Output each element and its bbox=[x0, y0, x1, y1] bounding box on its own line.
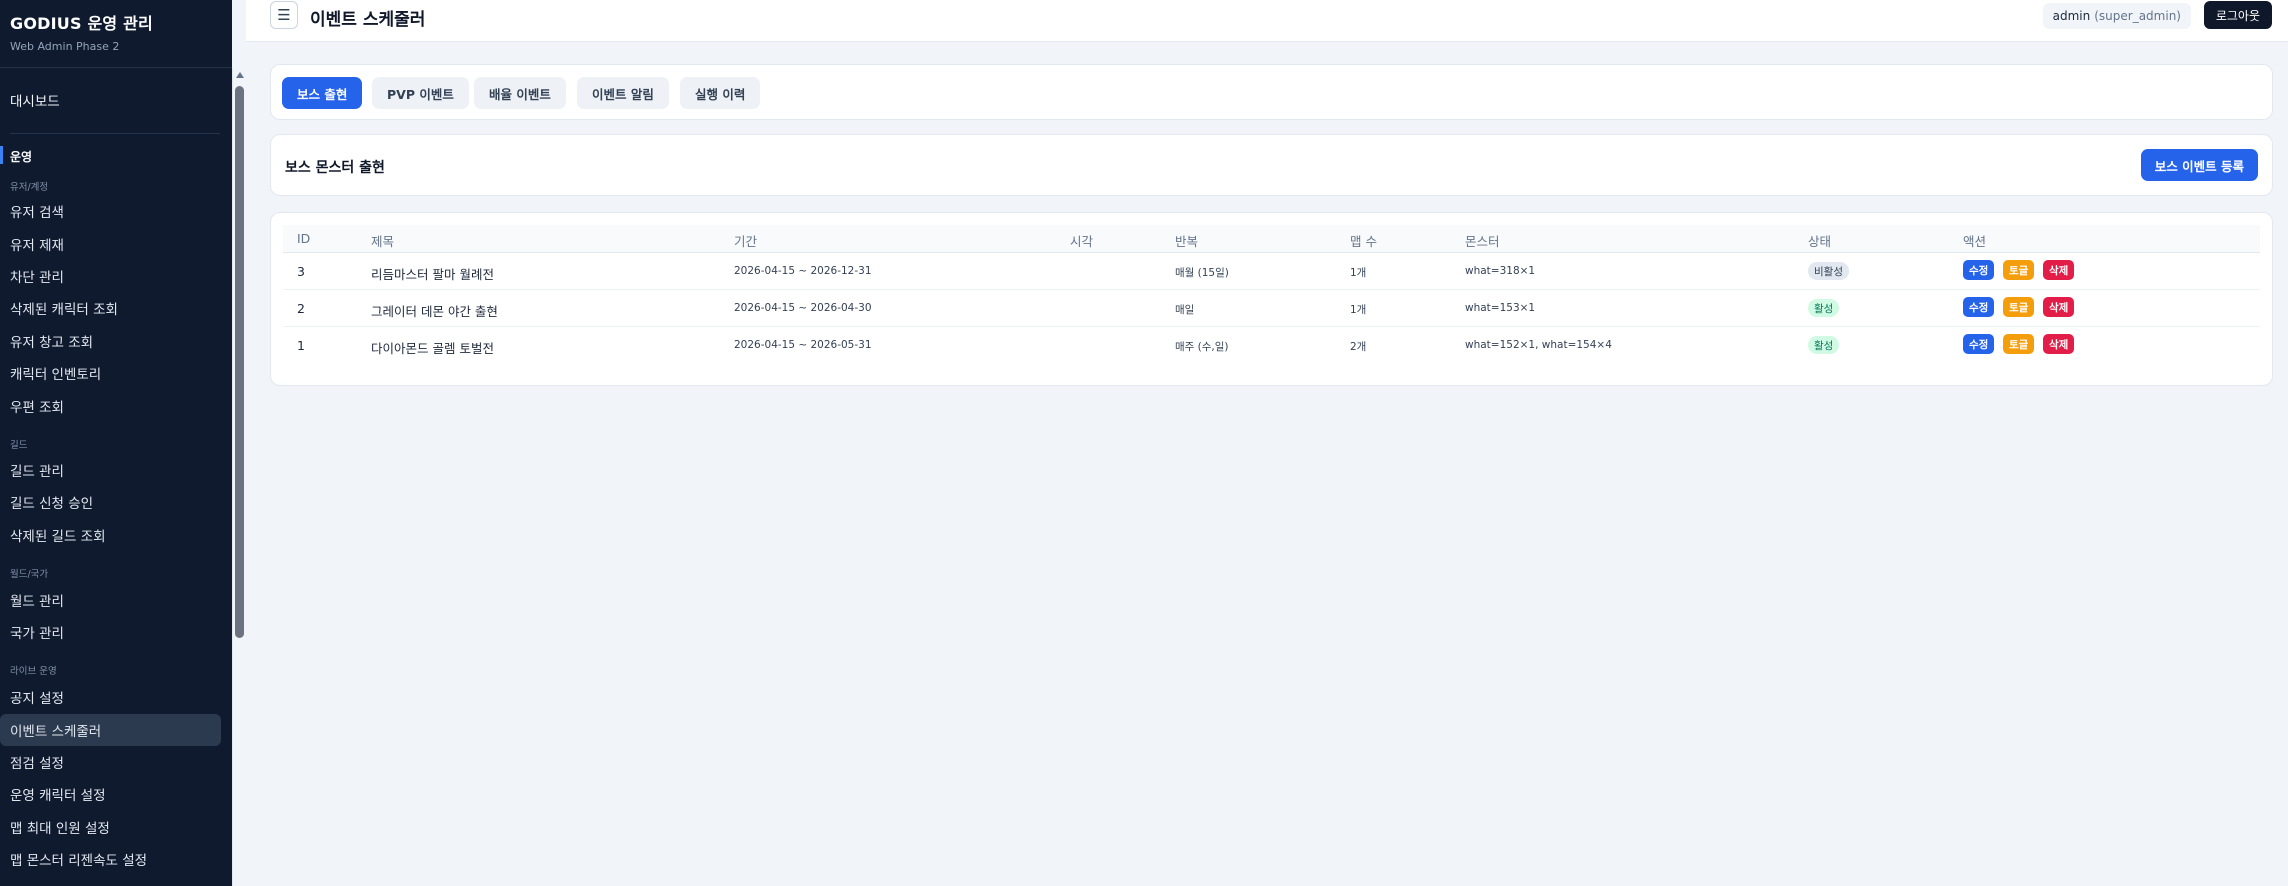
hamburger-icon: ☰ bbox=[277, 6, 291, 24]
col-status: 상태 bbox=[1808, 234, 1832, 249]
cell-title: 리듬마스터 팔마 월례전 bbox=[371, 267, 494, 282]
sidebar-item-block-management[interactable]: 차단 관리 bbox=[0, 260, 222, 292]
add-boss-event-button[interactable]: 보스 이벤트 등록 bbox=[2140, 149, 2258, 181]
sidebar-category-user: 유저/계정 bbox=[10, 182, 49, 193]
col-repeat: 반복 bbox=[1175, 234, 1199, 249]
cell-id: 1 bbox=[297, 338, 305, 353]
sidebar-header: GODIUS 운영 관리 Web Admin Phase 2 bbox=[0, 0, 232, 68]
sidebar-section-ops: 운영 bbox=[10, 150, 33, 164]
sidebar-item-mail[interactable]: 우편 조회 bbox=[0, 390, 222, 422]
col-title: 제목 bbox=[371, 234, 395, 249]
menu-toggle-button[interactable]: ☰ bbox=[270, 1, 298, 29]
col-id: ID bbox=[297, 231, 311, 246]
sidebar-item-deleted-guilds[interactable]: 삭제된 길드 조회 bbox=[0, 519, 222, 551]
cell-repeat: 매주 (수,일) bbox=[1175, 341, 1229, 353]
sidebar-item-guild-approval[interactable]: 길드 신청 승인 bbox=[0, 486, 222, 518]
status-badge: 활성 bbox=[1808, 336, 1840, 354]
user-role: (super_admin) bbox=[2094, 9, 2181, 23]
toggle-button[interactable]: 토글 bbox=[2003, 297, 2035, 317]
col-monster: 몬스터 bbox=[1465, 234, 1500, 249]
edit-button[interactable]: 수정 bbox=[1963, 297, 1995, 317]
cell-period: 2026-04-15 ~ 2026-12-31 bbox=[734, 265, 872, 277]
col-map-count: 맵 수 bbox=[1350, 234, 1377, 249]
edit-button[interactable]: 수정 bbox=[1963, 260, 1995, 280]
sidebar-item-deleted-characters[interactable]: 삭제된 캐릭터 조회 bbox=[0, 292, 222, 324]
cell-id: 2 bbox=[297, 301, 305, 316]
sidebar-item-notice[interactable]: 공지 설정 bbox=[0, 681, 222, 713]
toggle-button[interactable]: 토글 bbox=[2003, 334, 2035, 354]
app-subtitle: Web Admin Phase 2 bbox=[10, 40, 120, 53]
sidebar-item-user-sanction[interactable]: 유저 제재 bbox=[0, 228, 222, 260]
app-title: GODIUS 운영 관리 bbox=[10, 14, 153, 33]
col-period: 기간 bbox=[734, 234, 758, 249]
sidebar-item-event-scheduler[interactable]: 이벤트 스케줄러 bbox=[0, 714, 221, 746]
cell-monster: what=318×1 bbox=[1465, 265, 1536, 277]
status-badge: 비활성 bbox=[1808, 262, 1849, 280]
cell-monster: what=153×1 bbox=[1465, 302, 1536, 314]
sidebar-item-user-storage[interactable]: 유저 창고 조회 bbox=[0, 325, 222, 357]
cell-period: 2026-04-15 ~ 2026-04-30 bbox=[734, 302, 872, 314]
cell-title: 그레이터 데몬 야간 출현 bbox=[371, 304, 498, 319]
delete-button[interactable]: 삭제 bbox=[2043, 297, 2075, 317]
sidebar-item-user-search[interactable]: 유저 검색 bbox=[0, 195, 222, 227]
section-header-card: 보스 몬스터 출현 보스 이벤트 등록 bbox=[270, 134, 2273, 196]
sidebar-item-world-management[interactable]: 월드 관리 bbox=[0, 584, 222, 616]
cell-title: 다이아몬드 골렘 토벌전 bbox=[371, 341, 494, 356]
scrollbar-thumb[interactable] bbox=[235, 86, 244, 638]
toggle-button[interactable]: 토글 bbox=[2003, 260, 2035, 280]
table-row: 1 다이아몬드 골렘 토벌전 2026-04-15 ~ 2026-05-31 매… bbox=[283, 327, 2260, 364]
sidebar-item-character-inventory[interactable]: 캐릭터 인벤토리 bbox=[0, 357, 222, 389]
delete-button[interactable]: 삭제 bbox=[2043, 260, 2075, 280]
boss-event-table: ID 제목 기간 시각 반복 맵 수 몬스터 상태 액션 3 리듬마스터 팔마 … bbox=[270, 212, 2273, 386]
tab-event-notice[interactable]: 이벤트 알림 bbox=[577, 77, 669, 109]
sidebar-category-guild: 길드 bbox=[10, 440, 28, 451]
status-badge: 활성 bbox=[1808, 299, 1840, 317]
section-marker bbox=[0, 146, 3, 164]
tab-pvp-event[interactable]: PVP 이벤트 bbox=[372, 77, 469, 109]
sidebar-item-maintenance[interactable]: 점검 설정 bbox=[0, 746, 222, 778]
cell-monster: what=152×1, what=154×4 bbox=[1465, 339, 1612, 351]
tab-execution-history[interactable]: 실행 이력 bbox=[680, 77, 761, 109]
tabs-card: 보스 출현 PVP 이벤트 배율 이벤트 이벤트 알림 실행 이력 bbox=[270, 64, 2273, 120]
col-time: 시각 bbox=[1070, 234, 1094, 249]
cell-period: 2026-04-15 ~ 2026-05-31 bbox=[734, 339, 872, 351]
cell-repeat: 매일 bbox=[1175, 304, 1195, 316]
sidebar-item-dashboard[interactable]: 대시보드 bbox=[10, 90, 60, 110]
sidebar: GODIUS 운영 관리 Web Admin Phase 2 대시보드 운영 유… bbox=[0, 0, 232, 886]
table-row: 3 리듬마스터 팔마 월례전 2026-04-15 ~ 2026-12-31 매… bbox=[283, 253, 2260, 290]
sidebar-item-nation-management[interactable]: 국가 관리 bbox=[0, 616, 222, 648]
top-bar: ☰ 이벤트 스케줄러 admin (super_admin) 로그아웃 bbox=[246, 0, 2288, 42]
tab-rate-event[interactable]: 배율 이벤트 bbox=[474, 77, 566, 109]
tab-boss-spawn[interactable]: 보스 출현 bbox=[282, 77, 363, 109]
sidebar-item-map-capacity[interactable]: 맵 최대 인원 설정 bbox=[0, 811, 222, 843]
sidebar-scrollbar[interactable] bbox=[232, 68, 246, 886]
cell-map-count: 1개 bbox=[1350, 267, 1367, 279]
table-header: ID 제목 기간 시각 반복 맵 수 몬스터 상태 액션 bbox=[283, 225, 2260, 253]
cell-map-count: 1개 bbox=[1350, 304, 1367, 316]
sidebar-category-world: 월드/국가 bbox=[10, 569, 49, 580]
cell-id: 3 bbox=[297, 264, 305, 279]
page-title: 이벤트 스케줄러 bbox=[310, 10, 426, 30]
sidebar-category-live: 라이브 운영 bbox=[10, 666, 57, 677]
cell-map-count: 2개 bbox=[1350, 341, 1367, 353]
col-actions: 액션 bbox=[1963, 234, 1987, 249]
edit-button[interactable]: 수정 bbox=[1963, 334, 1995, 354]
section-title: 보스 몬스터 출현 bbox=[285, 160, 385, 176]
sidebar-item-guild-management[interactable]: 길드 관리 bbox=[0, 454, 222, 486]
cell-repeat: 매월 (15일) bbox=[1175, 267, 1229, 279]
sidebar-item-map-regen[interactable]: 맵 몬스터 리젠속도 설정 bbox=[0, 843, 222, 875]
user-name: admin bbox=[2052, 9, 2091, 23]
delete-button[interactable]: 삭제 bbox=[2043, 334, 2075, 354]
table-row: 2 그레이터 데몬 야간 출현 2026-04-15 ~ 2026-04-30 … bbox=[283, 290, 2260, 327]
sidebar-item-ops-character[interactable]: 운영 캐릭터 설정 bbox=[0, 778, 222, 810]
user-badge: admin (super_admin) bbox=[2042, 3, 2191, 29]
sidebar-divider bbox=[10, 133, 220, 134]
scroll-up-icon[interactable] bbox=[236, 72, 244, 78]
logout-button[interactable]: 로그아웃 bbox=[2203, 1, 2272, 29]
